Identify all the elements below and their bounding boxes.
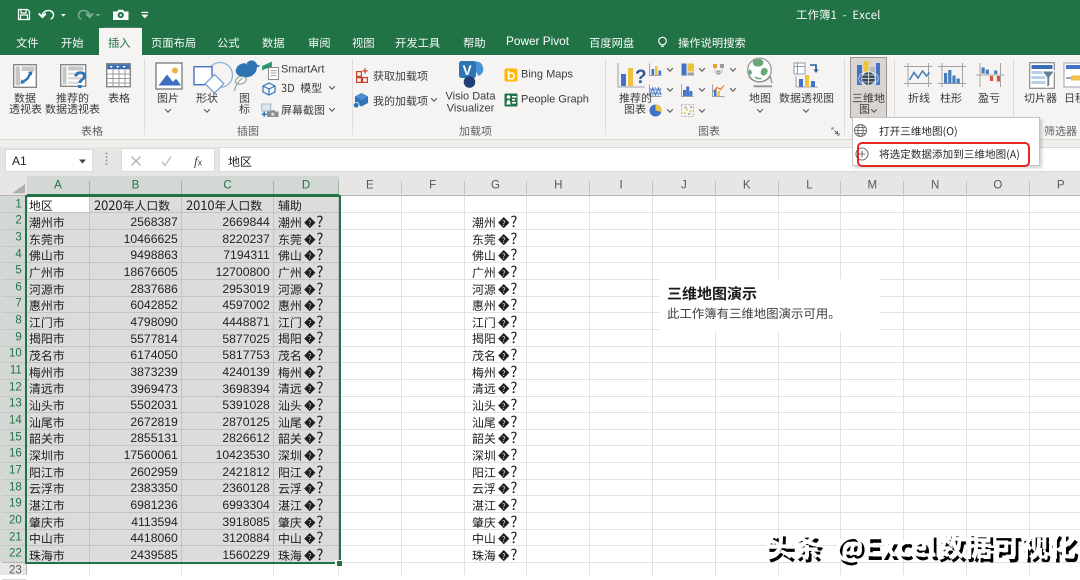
svg-text:V: V [463,63,472,78]
svg-text:?: ? [73,67,88,94]
svg-text:?: ? [635,67,647,88]
